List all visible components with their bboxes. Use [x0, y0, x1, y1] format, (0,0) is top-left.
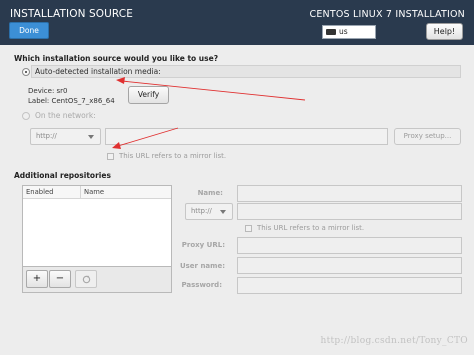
column-enabled[interactable]: Enabled [26, 188, 53, 196]
url-input[interactable] [105, 128, 388, 145]
proxy-url-input[interactable] [237, 237, 462, 254]
page-title: INSTALLATION SOURCE [10, 8, 133, 20]
reset-repos-button[interactable] [75, 270, 97, 288]
mirror-list-checkbox[interactable] [107, 153, 114, 160]
repo-name-label: Name: [197, 189, 223, 197]
chevron-down-icon [220, 210, 226, 214]
network-radio[interactable] [22, 112, 30, 120]
done-button[interactable]: Done [9, 22, 49, 39]
password-label: Password: [181, 281, 222, 289]
remove-repo-button[interactable]: − [49, 270, 71, 288]
media-label-text: Label: CentOS_7_x86_64 [28, 97, 115, 105]
protocol-value: http:// [36, 132, 57, 140]
repo-protocol-select[interactable]: http:// [185, 203, 233, 220]
repo-toolbar: + − [22, 267, 172, 293]
add-repo-button[interactable]: + [26, 270, 48, 288]
auto-detected-label: Auto-detected installation media: [35, 67, 161, 76]
network-label: On the network: [35, 111, 96, 120]
verify-button[interactable]: Verify [128, 86, 169, 104]
keyboard-icon [326, 29, 336, 35]
repo-name-input[interactable] [237, 185, 462, 202]
product-title: CENTOS LINUX 7 INSTALLATION [309, 9, 465, 20]
help-button[interactable]: Help! [426, 23, 463, 40]
auto-detected-radio[interactable] [22, 68, 30, 76]
source-question: Which installation source would you like… [14, 54, 219, 63]
repo-protocol-value: http:// [191, 207, 212, 215]
repo-mirror-label: This URL refers to a mirror list. [257, 224, 365, 232]
proxy-url-label: Proxy URL: [181, 241, 225, 249]
keyboard-layout-label: us [339, 27, 348, 36]
protocol-select[interactable]: http:// [30, 128, 101, 145]
repo-mirror-checkbox[interactable] [245, 225, 252, 232]
mirror-list-label: This URL refers to a mirror list. [119, 152, 227, 160]
additional-repos-heading: Additional repositories [14, 171, 111, 180]
repo-list-header: Enabled Name [23, 186, 171, 199]
watermark: http://blog.csdn.net/Tony_CTO [320, 336, 468, 346]
reset-icon [82, 275, 90, 284]
device-text: Device: sr0 [28, 87, 68, 95]
keyboard-layout-indicator[interactable]: us [322, 25, 376, 39]
column-name[interactable]: Name [84, 188, 104, 196]
user-name-input[interactable] [237, 257, 462, 274]
column-divider [80, 186, 81, 198]
user-name-label: User name: [179, 262, 225, 270]
password-input[interactable] [237, 277, 462, 294]
repo-url-input[interactable] [237, 203, 462, 220]
top-bar: INSTALLATION SOURCE CENTOS LINUX 7 INSTA… [0, 0, 474, 45]
chevron-down-icon [88, 135, 94, 139]
proxy-setup-button[interactable]: Proxy setup... [394, 128, 461, 145]
repo-list[interactable]: Enabled Name [22, 185, 172, 267]
